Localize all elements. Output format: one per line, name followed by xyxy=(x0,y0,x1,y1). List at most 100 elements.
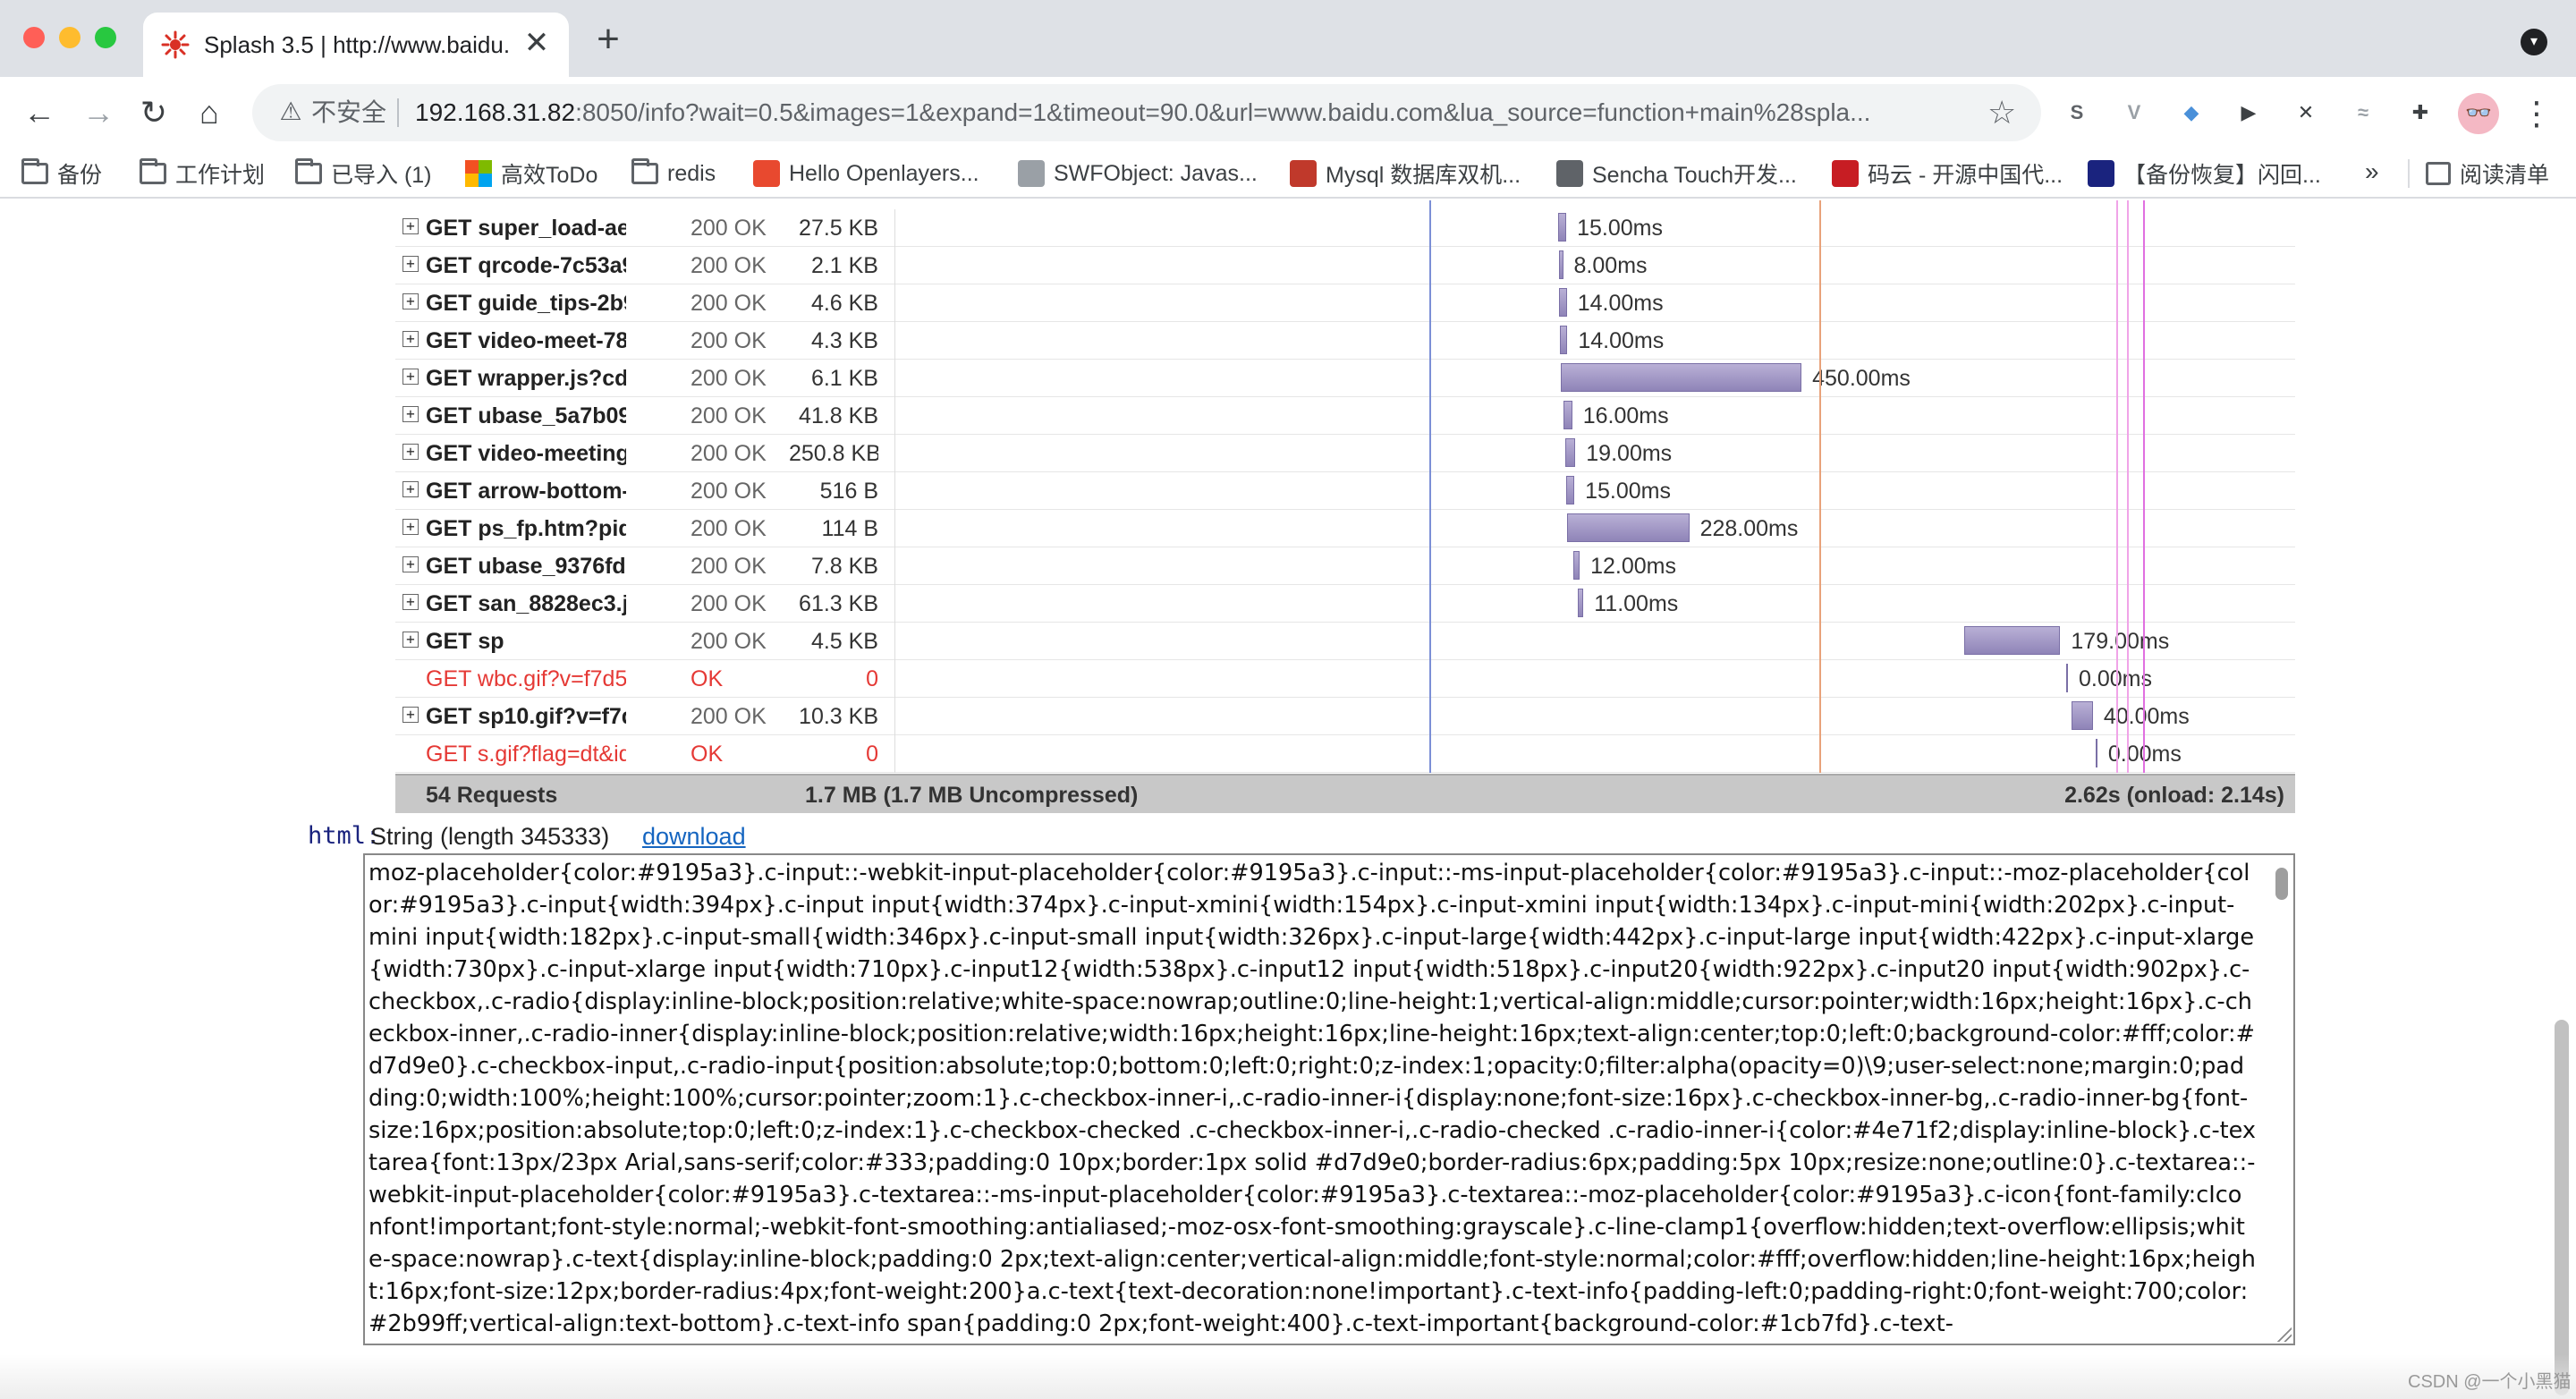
har-row[interactable]: + GET ubase_5a7b0933.j 200 OK 41.8 KB 16.00m… xyxy=(395,397,2295,435)
bookmark-item[interactable]: Hello Openlayers... xyxy=(753,156,979,191)
expand-plus-icon[interactable]: + xyxy=(402,293,419,309)
har-timing-label: 450.00ms xyxy=(1812,366,1911,391)
har-row[interactable]: + GET ubase_9376fdcf.cs 200 OK 7.8 KB 12.00m… xyxy=(395,547,2295,585)
expand-plus-icon[interactable]: + xyxy=(402,707,419,723)
bookmark-item[interactable]: 工作计划 xyxy=(140,156,265,191)
expand-plus-icon[interactable]: + xyxy=(402,594,419,610)
expand-plus-icon[interactable]: + xyxy=(402,632,419,648)
cursor-extension-icon[interactable]: ▶ xyxy=(2231,95,2267,131)
bookmark-item[interactable]: 【备份恢复】闪回... xyxy=(2088,156,2321,191)
not-secure-label[interactable]: 不安全 xyxy=(311,97,386,129)
har-timing-label: 16.00ms xyxy=(1582,403,1669,428)
har-total-time: 2.62s (onload: 2.14s) xyxy=(2064,783,2284,808)
har-timing-marker xyxy=(2142,200,2145,773)
bookmark-item[interactable]: 备份 xyxy=(21,156,102,191)
har-timing-bar xyxy=(1559,288,1567,317)
har-timing-label: 0.00ms xyxy=(2107,742,2182,767)
har-timeline-cell: 11.00ms xyxy=(894,585,2295,623)
puzzle-extension-icon[interactable]: ✚ xyxy=(2402,95,2438,131)
har-timing-label: 12.00ms xyxy=(1590,554,1676,579)
har-row[interactable]: GET wbc.gif?v=f7d5da OK 0 0.00ms xyxy=(395,660,2295,698)
har-request-url: GET ubase_5a7b0933.j xyxy=(426,403,626,428)
address-bar[interactable]: ⚠ 不安全 192.168.31.82:8050/info?wait=0.5&i… xyxy=(252,84,2041,141)
har-timing-label: 14.00ms xyxy=(1577,291,1664,316)
browser-menu-icon[interactable]: ⋮ xyxy=(2521,93,2553,134)
textarea-resize-handle[interactable] xyxy=(2275,1326,2292,1342)
window-close-button[interactable] xyxy=(23,27,45,48)
har-request-size: 4.3 KB xyxy=(810,328,878,353)
expand-plus-icon[interactable]: + xyxy=(402,481,419,497)
back-arrow-icon[interactable]: ← xyxy=(18,91,61,134)
itpub-icon xyxy=(2088,160,2114,187)
expand-plus-icon[interactable]: + xyxy=(402,218,419,234)
reload-icon[interactable]: ↻ xyxy=(132,91,175,134)
expand-plus-icon[interactable]: + xyxy=(402,331,419,347)
bookmark-star-icon[interactable]: ☆ xyxy=(1987,95,2016,131)
har-timing-label: 15.00ms xyxy=(1585,479,1671,504)
har-row[interactable]: + GET ps_fp.htm?pid=su 200 OK 114 B 228.00ms xyxy=(395,510,2295,547)
window-minimize-button[interactable] xyxy=(59,27,80,48)
har-request-status: 200 OK xyxy=(691,516,767,541)
bookmark-item[interactable]: Mysql 数据库双机... xyxy=(1290,156,1521,191)
expand-plus-icon[interactable]: + xyxy=(402,256,419,272)
har-row[interactable]: + GET wrapper.js?cdnver 200 OK 6.1 KB 450.00… xyxy=(395,360,2295,397)
s-extension-icon[interactable]: S xyxy=(2059,95,2095,131)
har-row[interactable]: + GET sp10.gif?v=f7d5da 200 OK 10.3 KB 40.00… xyxy=(395,698,2295,735)
har-row[interactable]: + GET super_load-ae404 200 OK 27.5 KB 15.00m… xyxy=(395,209,2295,247)
bookmark-item[interactable]: 已导入 (1) xyxy=(295,156,432,191)
forward-arrow-icon[interactable]: → xyxy=(77,91,120,134)
har-row[interactable]: + GET video-meet-7833 200 OK 4.3 KB 14.00ms xyxy=(395,322,2295,360)
har-timing-marker xyxy=(2126,200,2129,773)
bookmark-item[interactable]: Sencha Touch开发... xyxy=(1556,156,1797,191)
tab-splash[interactable]: Splash 3.5 | http://www.baidu.com ✕ xyxy=(143,13,569,77)
har-timeline-cell: 40.00ms xyxy=(894,698,2295,735)
bookmark-label: Sencha Touch开发... xyxy=(1592,163,1797,188)
page-scrollbar[interactable] xyxy=(2555,1020,2569,1395)
tab-close-icon[interactable]: ✕ xyxy=(519,25,555,61)
har-timeline-cell: 179.00ms xyxy=(894,623,2295,660)
har-request-status: OK xyxy=(691,666,724,691)
expand-plus-icon[interactable]: + xyxy=(402,519,419,535)
har-row[interactable]: + GET guide_tips-2b973 200 OK 4.6 KB 14.00ms xyxy=(395,284,2295,322)
x-extension-icon[interactable]: ✕ xyxy=(2288,95,2324,131)
window-maximize-button[interactable] xyxy=(95,27,116,48)
bookmark-item[interactable]: redis xyxy=(631,156,716,191)
har-row[interactable]: + GET sp 200 OK 4.5 KB 179.00ms xyxy=(395,623,2295,660)
expand-plus-icon[interactable]: + xyxy=(402,406,419,422)
bookmarks-bar: 备份 工作计划 已导入 (1) 高效ToDo redis Hello Openlayers… xyxy=(0,148,2576,199)
bookmark-label: 高效ToDo xyxy=(501,163,598,188)
har-request-url: GET sp xyxy=(426,629,504,654)
har-row[interactable]: + GET san_8828ec3.js 200 OK 61.3 KB 11.00ms xyxy=(395,585,2295,623)
har-timing-bar xyxy=(1563,401,1572,429)
textarea-scrollbar[interactable] xyxy=(2275,868,2288,900)
bookmark-item[interactable]: SWFObject: Javas... xyxy=(1018,156,1258,191)
url-text[interactable]: 192.168.31.82:8050/info?wait=0.5&images=… xyxy=(415,97,1953,129)
shield-extension-icon[interactable]: ◆ xyxy=(2174,95,2209,131)
vue-extension-icon[interactable]: V xyxy=(2116,95,2152,131)
html-download-link[interactable]: download xyxy=(642,821,746,852)
b-icon xyxy=(1290,160,1317,187)
reading-list-button[interactable]: 阅读清单 xyxy=(2426,156,2549,191)
har-request-url: GET s.gif?flag=dt&id=2 xyxy=(426,742,626,767)
har-timing-bar xyxy=(1572,551,1580,580)
bookmark-item[interactable]: 码云 - 开源中国代... xyxy=(1832,156,2063,191)
expand-plus-icon[interactable]: + xyxy=(402,369,419,385)
html-source-textarea[interactable]: moz-placeholder{color:#9195a3}.c-input::… xyxy=(363,853,2295,1345)
home-icon[interactable]: ⌂ xyxy=(188,91,231,134)
har-row[interactable]: + GET arrow-bottom-a4 200 OK 516 B 15.00ms xyxy=(395,472,2295,510)
profile-avatar[interactable]: 👓 xyxy=(2458,93,2499,134)
bookmarks-overflow-icon[interactable]: » xyxy=(2365,157,2379,186)
bookmark-item[interactable]: 高效ToDo xyxy=(465,156,597,191)
har-request-url: GET ubase_9376fdcf.cs xyxy=(426,554,626,579)
har-request-count: 54 Requests xyxy=(426,783,558,808)
new-tab-button[interactable]: + xyxy=(589,20,628,61)
wave-extension-icon[interactable]: ≈ xyxy=(2345,95,2381,131)
har-request-size: 41.8 KB xyxy=(799,403,878,428)
har-row[interactable]: + GET qrcode-7c53a95a 200 OK 2.1 KB 8.00ms xyxy=(395,247,2295,284)
har-request-status: 200 OK xyxy=(691,403,767,428)
har-row[interactable]: + GET video-meeting-1b 200 OK 250.8 KB 19.00… xyxy=(395,435,2295,472)
har-row[interactable]: GET s.gif?flag=dt&id=2 OK 0 0.00ms xyxy=(395,735,2295,773)
expand-plus-icon[interactable]: + xyxy=(402,444,419,460)
expand-plus-icon[interactable]: + xyxy=(402,556,419,572)
tab-search-icon[interactable]: ▾ xyxy=(2521,29,2547,55)
